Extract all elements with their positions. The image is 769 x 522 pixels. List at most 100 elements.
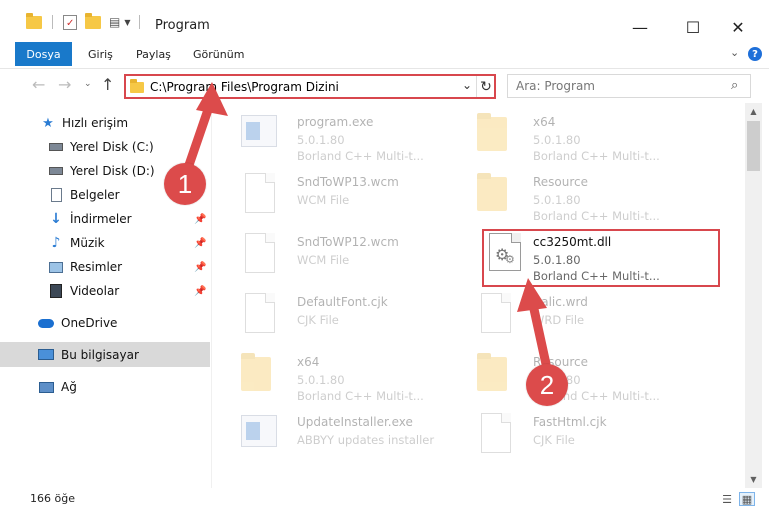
sidebar-item-music[interactable]: ♪ Müzik 📌 bbox=[0, 231, 210, 255]
file-item[interactable]: x64 5.0.1.80 Borland C++ Multi-t... bbox=[475, 109, 715, 165]
navigation-pane: ★ Hızlı erişim Yerel Disk (C:) Yerel Dis… bbox=[0, 103, 212, 488]
large-icons-view-icon[interactable]: ▦ bbox=[739, 492, 755, 506]
document-icon bbox=[475, 291, 519, 339]
file-version: 5.0.1.80 bbox=[297, 373, 345, 387]
details-view-icon[interactable]: ☰ bbox=[719, 492, 735, 506]
minimize-button[interactable]: — bbox=[620, 12, 660, 42]
file-list: program.exe 5.0.1.80 Borland C++ Multi-t… bbox=[213, 103, 745, 488]
sidebar-item-quick-access[interactable]: ★ Hızlı erişim bbox=[0, 111, 210, 135]
file-name: Italic.wrd bbox=[533, 295, 588, 309]
cloud-icon bbox=[38, 315, 54, 331]
sidebar-item-label: Yerel Disk (D:) bbox=[70, 164, 155, 178]
file-description: Borland C++ Multi-t... bbox=[533, 209, 660, 223]
file-item[interactable]: UpdateInstaller.exe ABBYY updates instal… bbox=[239, 409, 479, 465]
pin-icon[interactable]: 📌 bbox=[194, 214, 206, 225]
vertical-scrollbar[interactable]: ▲ ▼ bbox=[745, 103, 762, 488]
file-item[interactable]: x64 5.0.1.80 Borland C++ Multi-t... bbox=[239, 349, 479, 405]
tab-giris[interactable]: Giriş bbox=[88, 48, 113, 61]
scroll-down-icon[interactable]: ▼ bbox=[745, 471, 762, 488]
file-item[interactable]: DefaultFont.cjk CJK File bbox=[239, 289, 479, 345]
scroll-thumb[interactable] bbox=[747, 121, 760, 171]
sidebar-item-local-disk-c[interactable]: Yerel Disk (C:) bbox=[0, 135, 210, 159]
status-bar: 166 öğe ☰ ▦ bbox=[0, 488, 769, 510]
tab-gorunum[interactable]: Görünüm bbox=[193, 48, 244, 61]
expand-ribbon-icon[interactable]: ⌄ bbox=[730, 46, 739, 59]
sidebar-item-pictures[interactable]: Resimler 📌 bbox=[0, 255, 210, 279]
address-path[interactable]: C:\Program Files\Program Dizini bbox=[150, 80, 339, 94]
customize-icon[interactable]: ▤ bbox=[109, 15, 120, 29]
annotation-step-2: 2 bbox=[526, 364, 568, 406]
file-item[interactable]: Italic.wrd WRD File bbox=[475, 289, 715, 345]
computer-icon bbox=[38, 347, 54, 363]
pin-icon[interactable]: 📌 bbox=[194, 286, 206, 297]
sidebar-item-downloads[interactable]: ↓ İndirmeler 📌 bbox=[0, 207, 210, 231]
tab-paylas[interactable]: Paylaş bbox=[136, 48, 171, 61]
file-type: WRD File bbox=[533, 313, 585, 327]
sidebar-item-videos[interactable]: Videolar 📌 bbox=[0, 279, 210, 303]
forward-arrow-icon[interactable]: → bbox=[58, 75, 71, 94]
network-icon bbox=[38, 379, 54, 395]
music-icon: ♪ bbox=[51, 235, 61, 251]
file-item[interactable]: Resource 5.0.1.80 Borland C++ Multi-t... bbox=[475, 349, 715, 405]
pin-icon[interactable]: 📌 bbox=[194, 238, 206, 249]
file-name: program.exe bbox=[297, 115, 374, 129]
file-item[interactable]: Resource 5.0.1.80 Borland C++ Multi-t... bbox=[475, 169, 715, 225]
download-icon: ↓ bbox=[50, 211, 62, 227]
exe-icon bbox=[239, 111, 283, 159]
search-icon[interactable]: ⌕ bbox=[731, 78, 738, 93]
maximize-button[interactable]: ☐ bbox=[673, 12, 713, 42]
refresh-icon[interactable]: ↻ bbox=[476, 76, 495, 97]
file-name: UpdateInstaller.exe bbox=[297, 415, 413, 429]
pictures-icon bbox=[48, 259, 64, 275]
properties-icon[interactable]: ✓ bbox=[63, 14, 77, 30]
document-icon bbox=[239, 171, 283, 219]
folder-icon bbox=[475, 351, 519, 399]
file-description: Borland C++ Multi-t... bbox=[297, 389, 424, 403]
search-box[interactable]: ⌕ bbox=[507, 74, 751, 98]
file-item[interactable]: SndToWP13.wcm WCM File bbox=[239, 169, 479, 225]
file-item[interactable]: SndToWP12.wcm WCM File bbox=[239, 229, 479, 285]
sidebar-item-network[interactable]: Ağ bbox=[0, 375, 210, 399]
search-input[interactable] bbox=[508, 75, 728, 97]
file-item[interactable]: program.exe 5.0.1.80 Borland C++ Multi-t… bbox=[239, 109, 479, 165]
ribbon-tabs: Dosya Giriş Paylaş Görünüm ⌄ ? bbox=[0, 42, 769, 66]
documents-icon bbox=[48, 187, 64, 203]
sidebar-item-label: Bu bilgisayar bbox=[61, 347, 139, 362]
file-version: 5.0.1.80 bbox=[533, 193, 581, 207]
file-item[interactable]: FastHtml.cjk CJK File bbox=[475, 409, 715, 465]
recent-locations-chevron-icon[interactable]: ⌄ bbox=[84, 79, 92, 89]
file-name: FastHtml.cjk bbox=[533, 415, 607, 429]
star-icon: ★ bbox=[42, 115, 54, 131]
close-button[interactable]: ✕ bbox=[718, 12, 758, 42]
navigation-bar: ← → ⌄ ↑ C:\Program Files\Program Dizini … bbox=[0, 68, 769, 102]
chevron-down-icon[interactable]: ⌄ bbox=[462, 78, 472, 92]
address-bar[interactable]: C:\Program Files\Program Dizini ⌄ ↻ bbox=[124, 74, 496, 99]
new-folder-icon[interactable] bbox=[85, 12, 101, 29]
file-type: WCM File bbox=[297, 193, 350, 207]
sidebar-item-label: Videolar bbox=[70, 284, 120, 298]
file-description: Borland C++ Multi-t... bbox=[297, 149, 424, 163]
help-icon[interactable]: ? bbox=[748, 47, 762, 61]
up-arrow-icon[interactable]: ↑ bbox=[101, 75, 114, 94]
pin-icon[interactable]: 📌 bbox=[194, 262, 206, 273]
file-name: Resource bbox=[533, 175, 589, 189]
annotation-step-1: 1 bbox=[164, 163, 206, 205]
sidebar-item-this-pc[interactable]: Bu bilgisayar bbox=[0, 342, 210, 367]
tab-dosya[interactable]: Dosya bbox=[15, 42, 72, 66]
separator bbox=[52, 15, 53, 29]
sidebar-item-label: Resimler bbox=[70, 260, 123, 274]
back-arrow-icon[interactable]: ← bbox=[32, 75, 45, 94]
file-name: SndToWP13.wcm bbox=[297, 175, 399, 189]
scroll-up-icon[interactable]: ▲ bbox=[745, 103, 762, 120]
chevron-down-icon[interactable]: ▼ bbox=[124, 18, 130, 27]
file-name: x64 bbox=[297, 355, 320, 369]
folder-icon bbox=[130, 79, 144, 93]
sidebar-item-label: İndirmeler bbox=[70, 212, 132, 226]
item-count: 166 öğe bbox=[30, 492, 75, 505]
file-name: DefaultFont.cjk bbox=[297, 295, 388, 309]
file-type: CJK File bbox=[297, 313, 339, 327]
drive-icon bbox=[48, 139, 64, 155]
sidebar-item-onedrive[interactable]: OneDrive bbox=[0, 311, 210, 335]
file-type: CJK File bbox=[533, 433, 575, 447]
sidebar-item-label: Belgeler bbox=[70, 188, 120, 202]
